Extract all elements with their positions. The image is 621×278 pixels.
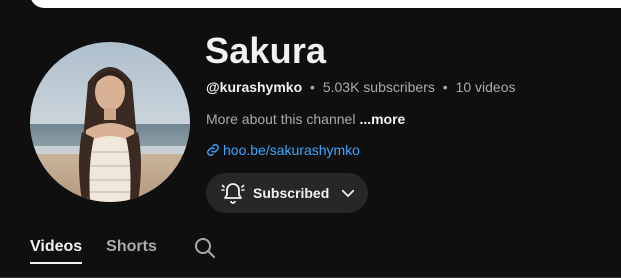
channel-search-button[interactable]	[193, 236, 217, 260]
chevron-down-icon	[342, 189, 355, 197]
subscribed-button[interactable]: Subscribed	[206, 173, 368, 213]
channel-link[interactable]: hoo.be/sakurashymko	[206, 142, 360, 158]
link-icon	[207, 144, 219, 156]
channel-link-text: hoo.be/sakurashymko	[223, 142, 360, 158]
channel-meta: @kurashymko • 5.03K subscribers • 10 vid…	[206, 79, 516, 95]
more-button[interactable]: ...more	[359, 111, 405, 127]
search-icon	[194, 238, 215, 258]
subscriber-count: 5.03K subscribers	[322, 79, 435, 95]
channel-name: Sakura	[205, 30, 327, 71]
tab-shorts[interactable]: Shorts	[106, 238, 157, 270]
channel-tabs: Videos Shorts	[30, 238, 217, 278]
meta-separator: •	[310, 79, 315, 95]
tab-videos[interactable]: Videos	[30, 238, 83, 270]
search-bar-edge	[30, 0, 621, 8]
meta-separator: •	[442, 79, 448, 95]
channel-handle: @kurashymko	[206, 79, 303, 95]
channel-avatar[interactable]	[30, 42, 190, 202]
video-count: 10 videos	[455, 79, 516, 95]
channel-about[interactable]: More about this channel ...more	[206, 111, 405, 127]
avatar-image	[30, 42, 190, 202]
bell-icon	[221, 183, 245, 204]
subscribed-label: Subscribed	[253, 185, 330, 201]
about-text: More about this channel	[206, 111, 356, 127]
